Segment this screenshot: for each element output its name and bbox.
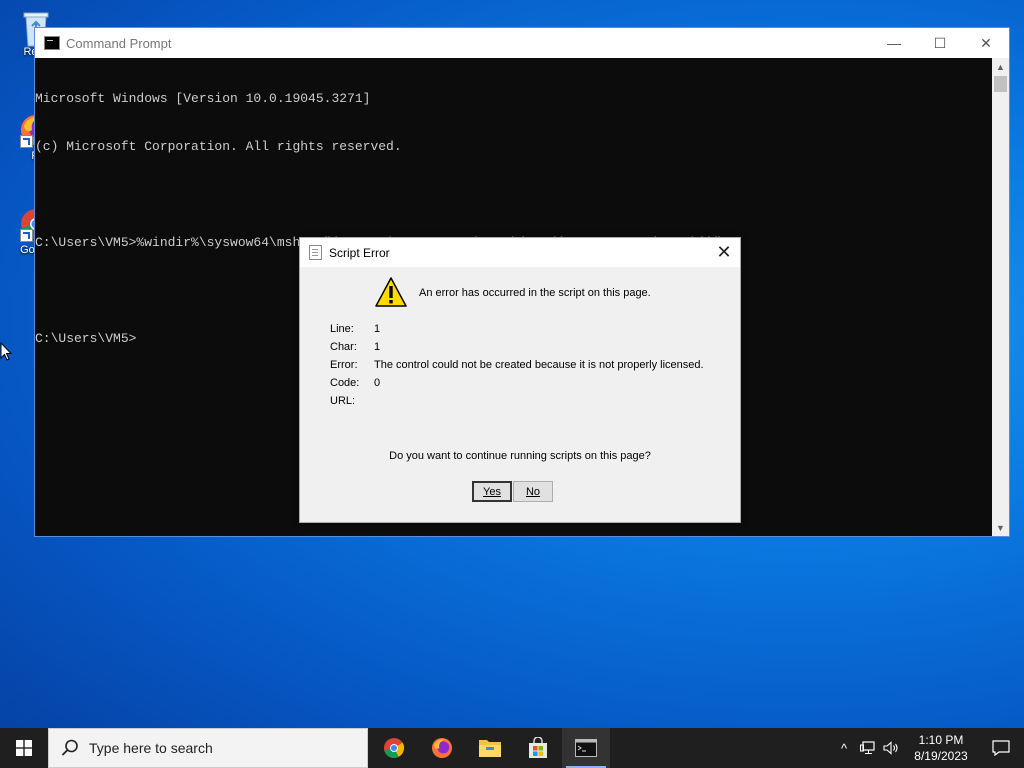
yes-button-label: Yes xyxy=(483,485,501,498)
field-label: Char: xyxy=(330,341,357,353)
search-placeholder: Type here to search xyxy=(89,740,213,756)
field-line: Line: 1 xyxy=(330,323,380,335)
field-url: URL: xyxy=(330,395,374,407)
page-icon xyxy=(309,245,322,260)
scrollbar-thumb[interactable] xyxy=(994,76,1007,92)
scroll-up-arrow-icon[interactable]: ▲ xyxy=(992,58,1009,75)
field-label: Error: xyxy=(330,359,358,371)
no-button[interactable]: No xyxy=(513,481,553,502)
start-button[interactable] xyxy=(0,728,48,768)
store-icon xyxy=(529,737,547,758)
field-value: 1 xyxy=(374,323,381,335)
clock-time: 1:10 PM xyxy=(918,733,964,747)
script-error-dialog[interactable]: Script Error ✕ An error has occurred in … xyxy=(299,237,741,523)
field-label: Code: xyxy=(330,377,360,389)
command-prompt-icon xyxy=(44,36,60,50)
error-message: An error has occurred in the script on t… xyxy=(419,287,651,299)
continue-question: Do you want to continue running scripts … xyxy=(389,450,651,462)
yes-button[interactable]: Yes xyxy=(472,481,512,502)
taskbar-command-prompt[interactable] xyxy=(562,728,610,768)
field-label: Line: xyxy=(330,323,354,335)
field-code: Code: 0 xyxy=(330,377,380,389)
taskbar-store[interactable] xyxy=(514,728,562,768)
taskbar-clock[interactable]: 1:10 PM 8/19/2023 xyxy=(904,732,978,764)
field-char: Char: 1 xyxy=(330,341,380,353)
dialog-title: Script Error xyxy=(329,245,390,260)
taskbar-search-box[interactable]: Type here to search xyxy=(48,728,368,768)
taskbar-file-explorer[interactable] xyxy=(466,728,514,768)
action-center-button[interactable] xyxy=(978,740,1024,756)
taskbar: Type here to search ^ 1:10 PM 8/19/2023 xyxy=(0,728,1024,768)
taskbar-chrome[interactable] xyxy=(370,728,418,768)
windows-logo-icon xyxy=(16,740,32,756)
no-button-label: No xyxy=(525,485,541,498)
file-explorer-icon xyxy=(479,740,501,757)
volume-icon[interactable] xyxy=(880,741,904,755)
taskbar-firefox[interactable] xyxy=(418,728,466,768)
scroll-down-arrow-icon[interactable]: ▼ xyxy=(992,519,1009,536)
field-error: Error: The control could not be created … xyxy=(330,359,704,371)
show-hidden-icons-chevron-up-icon[interactable]: ^ xyxy=(832,741,856,756)
dialog-titlebar[interactable]: Script Error ✕ xyxy=(300,238,740,267)
close-button[interactable]: ✕ xyxy=(963,28,1009,58)
search-icon xyxy=(61,739,78,756)
console-line: Microsoft Windows [Version 10.0.19045.32… xyxy=(35,91,371,106)
minimize-button[interactable]: — xyxy=(871,28,917,58)
command-prompt-icon xyxy=(575,739,597,757)
field-value: 1 xyxy=(374,341,381,353)
warning-icon xyxy=(375,277,407,307)
field-value: The control could not be created because… xyxy=(374,359,704,371)
system-tray: ^ 1:10 PM 8/19/2023 xyxy=(832,728,1024,768)
window-titlebar[interactable]: Command Prompt — ☐ ✕ xyxy=(35,28,1009,58)
field-label: URL: xyxy=(330,395,356,407)
network-icon[interactable] xyxy=(856,741,880,755)
dialog-close-button[interactable]: ✕ xyxy=(714,242,734,262)
maximize-button[interactable]: ☐ xyxy=(917,28,963,58)
mouse-cursor-icon xyxy=(0,341,13,361)
clock-date: 8/19/2023 xyxy=(914,749,968,763)
vertical-scrollbar[interactable]: ▲ ▼ xyxy=(992,58,1009,536)
field-value: 0 xyxy=(374,377,381,389)
notification-icon xyxy=(992,740,1010,756)
firefox-icon xyxy=(432,738,452,758)
window-title: Command Prompt xyxy=(66,35,172,51)
console-line: (c) Microsoft Corporation. All rights re… xyxy=(35,139,402,154)
chrome-icon xyxy=(384,738,405,758)
